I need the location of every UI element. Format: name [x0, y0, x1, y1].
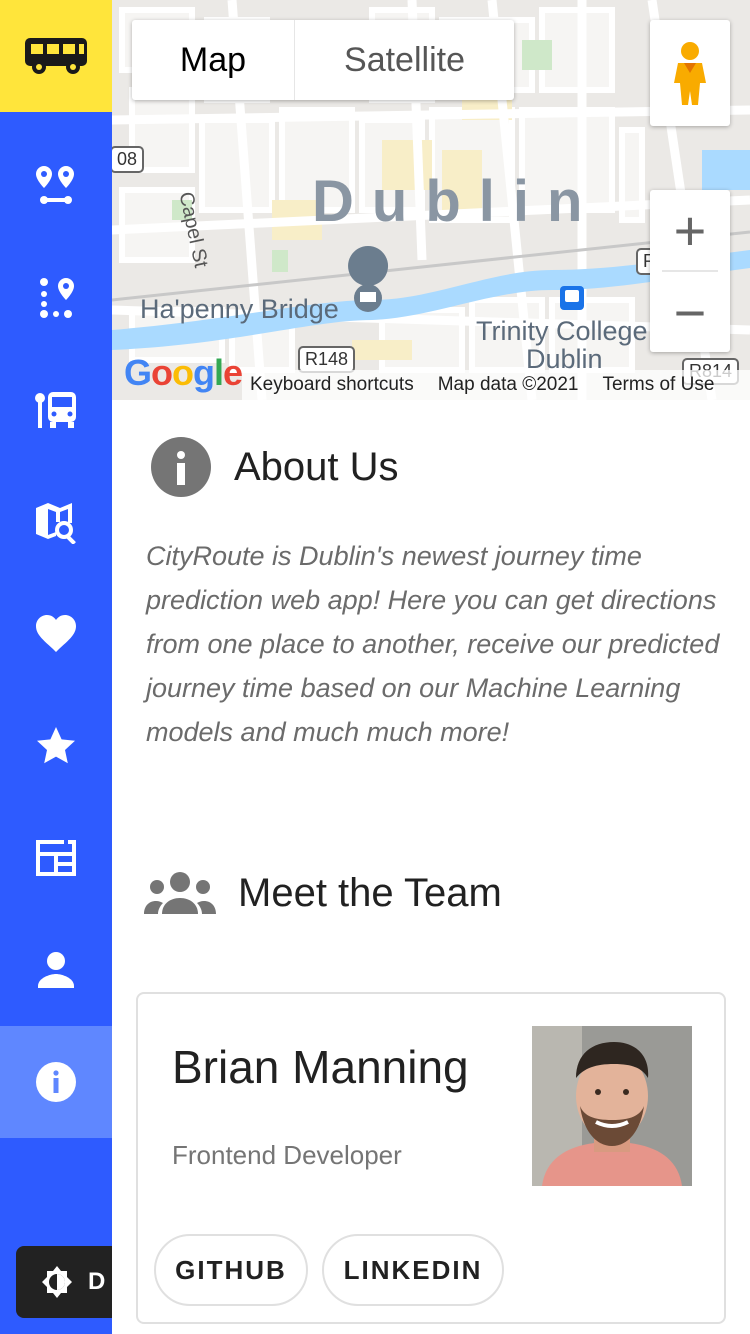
map-label-bridge: Ha'penny Bridge — [140, 294, 339, 324]
sidebar-item-favourites[interactable] — [0, 578, 112, 690]
team-title: Meet the Team — [238, 870, 502, 915]
team-member-card: Brian Manning Frontend Developer GITHUB — [136, 992, 726, 1324]
brand-logo[interactable] — [0, 0, 112, 112]
about-title: About Us — [234, 444, 399, 489]
map-type-control: Map Satellite — [132, 20, 514, 100]
map-type-satellite-button[interactable]: Satellite — [294, 20, 514, 100]
road-badge-r108: 08 — [112, 146, 145, 173]
map-attribution-bar: Keyboard shortcuts Map data ©2021 Terms … — [242, 370, 750, 400]
sidebar-item-news[interactable] — [0, 802, 112, 914]
zoom-in-button[interactable]: + — [650, 190, 730, 270]
github-button[interactable]: GITHUB — [154, 1234, 308, 1306]
theme-toggle-label: D — [88, 1268, 106, 1295]
member-name: Brian Manning — [172, 1041, 469, 1093]
person-icon — [38, 952, 74, 988]
member-photo — [532, 1026, 692, 1186]
theme-toggle-button[interactable]: D — [16, 1246, 112, 1318]
linkedin-button[interactable]: LINKEDIN — [322, 1234, 504, 1306]
group-icon — [144, 872, 216, 914]
about-description: CityRoute is Dublin's newest journey tim… — [146, 541, 720, 747]
sidebar-item-stops-route[interactable] — [0, 242, 112, 354]
map-data-text: Map data ©2021 — [437, 374, 579, 395]
team-heading: Meet the Team — [144, 870, 502, 916]
map-view[interactable]: Dublin Capel St Ha'penny Bridge Trinity … — [112, 0, 750, 400]
member-avatar-image — [532, 1026, 692, 1186]
sidebar-item-map-search[interactable] — [0, 466, 112, 578]
app-root: D Dublin Capel St Ha'penny Bridge Trinit… — [0, 0, 750, 1334]
bus-stop-icon — [35, 392, 76, 428]
sidebar: D — [0, 0, 112, 1334]
about-heading: About Us — [150, 436, 399, 498]
sidebar-item-about[interactable] — [0, 1026, 112, 1138]
route-directions-icon — [36, 166, 74, 204]
map-label-college-line1: Trinity College — [476, 316, 648, 346]
terms-of-use-link[interactable]: Terms of Use — [602, 374, 714, 396]
member-role: Frontend Developer — [172, 1140, 402, 1170]
sidebar-item-starred[interactable] — [0, 690, 112, 802]
sidebar-item-directions[interactable] — [0, 130, 112, 242]
map-type-map-button[interactable]: Map — [132, 20, 294, 100]
zoom-out-button[interactable]: − — [650, 272, 730, 352]
zoom-control: + − — [650, 190, 730, 352]
info-icon — [36, 1062, 76, 1102]
route-stops-icon — [40, 278, 74, 318]
about-content: About Us CityRoute is Dublin's newest jo… — [112, 400, 750, 1334]
map-search-icon — [36, 503, 76, 544]
info-circle-icon — [151, 437, 211, 497]
map-label-city: Dublin — [312, 169, 601, 234]
heart-icon — [36, 615, 76, 652]
street-view-pegman[interactable] — [650, 20, 730, 126]
theme-brightness-icon — [42, 1266, 72, 1298]
newspaper-icon — [36, 840, 76, 876]
star-icon — [37, 727, 75, 764]
bus-icon — [25, 38, 87, 74]
sidebar-item-bus-stops[interactable] — [0, 354, 112, 466]
pegman-icon — [674, 42, 706, 105]
road-badge-r148: R148 — [298, 346, 356, 373]
keyboard-shortcuts-link[interactable]: Keyboard shortcuts — [250, 374, 414, 396]
google-logo: Google — [124, 352, 243, 393]
sidebar-item-account[interactable] — [0, 914, 112, 1026]
